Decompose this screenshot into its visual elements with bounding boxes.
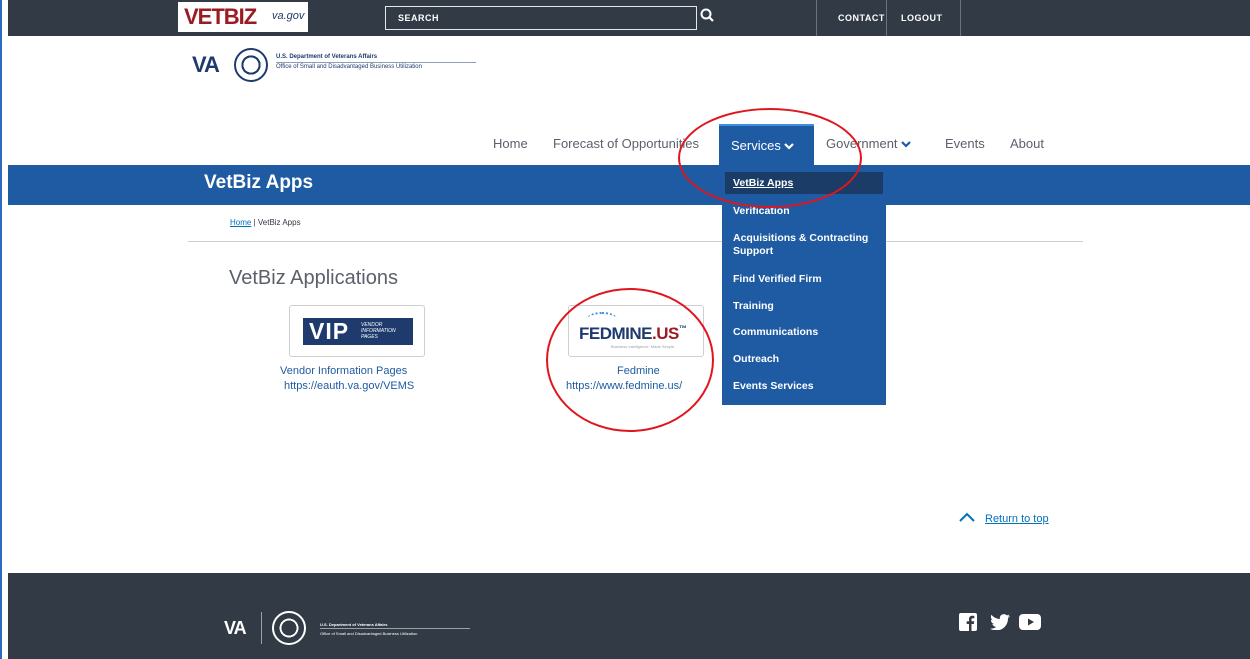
footer-logo-divider — [261, 612, 262, 644]
footer — [8, 573, 1250, 659]
twitter-icon[interactable] — [990, 614, 1010, 630]
facebook-icon[interactable] — [959, 613, 977, 631]
fedmine-logo-word: FEDMINE — [579, 324, 653, 343]
nav-services-label: Services — [731, 138, 795, 153]
top-divider — [886, 0, 887, 36]
va-mark: VA — [192, 52, 220, 77]
fedmine-logo-text: FEDMINE.US™ — [579, 324, 687, 344]
vip-logo-link[interactable]: VIP VENDOR INFORMATION PAGES — [289, 305, 425, 357]
agency-name: U.S. Department of Veterans Affairs — [276, 54, 378, 60]
chevron-up-icon — [959, 512, 975, 522]
fedmine-logo-link[interactable]: FEDMINE.US™ Business Intelligence. Made … — [568, 305, 704, 357]
window-edge — [0, 0, 2, 659]
nav-about[interactable]: About — [1010, 136, 1044, 151]
search-icon — [700, 8, 714, 22]
divider — [188, 241, 1083, 242]
menu-item-find-verified-firm[interactable]: Find Verified Firm — [733, 273, 883, 286]
fedmine-logo-tm: ™ — [678, 324, 687, 333]
nav-home[interactable]: Home — [493, 136, 528, 151]
chevron-down-icon — [901, 141, 911, 148]
top-divider — [960, 0, 961, 36]
agency-rule — [276, 62, 476, 63]
youtube-icon[interactable] — [1019, 614, 1041, 630]
breadcrumb-current: VetBiz Apps — [257, 218, 301, 227]
nav-events[interactable]: Events — [945, 136, 985, 151]
vip-url-link[interactable]: https://eauth.va.gov/VEMS — [284, 380, 414, 392]
page-title: VetBiz Apps — [204, 172, 314, 193]
vip-logo-subtext: VENDOR INFORMATION PAGES — [361, 322, 396, 340]
logout-link[interactable]: LOGOUT — [901, 0, 943, 36]
section-title: VetBiz Applications — [229, 267, 398, 289]
chevron-down-icon — [784, 143, 795, 150]
nav-services[interactable]: Services — [719, 124, 814, 165]
vip-logo-icon: VIP VENDOR INFORMATION PAGES — [303, 318, 413, 345]
footer-va-mark: VA — [224, 618, 247, 638]
logo-text: VETBIZ — [184, 4, 257, 29]
vip-title-link[interactable]: Vendor Information Pages — [280, 365, 407, 377]
nav-government-text: Government — [826, 136, 898, 151]
fedmine-logo-suffix: .US — [652, 324, 679, 343]
breadcrumb: Home | VetBiz Apps — [230, 218, 301, 227]
footer-agency-name: U.S. Department of Veterans Affairs — [320, 622, 388, 627]
search-input[interactable]: SEARCH — [385, 6, 697, 30]
menu-item-events-services[interactable]: Events Services — [733, 380, 883, 393]
menu-item-vetbiz-apps[interactable]: VetBiz Apps — [733, 177, 883, 190]
page-banner — [8, 165, 1250, 205]
footer-agency-office: Office of Small and Disadvantaged Busine… — [320, 631, 418, 636]
contact-link[interactable]: CONTACT — [838, 0, 885, 36]
menu-item-acquisitions[interactable]: Acquisitions & Contracting Support — [733, 232, 883, 258]
va-seal-icon — [234, 48, 268, 82]
search-placeholder: SEARCH — [398, 13, 440, 23]
vetbiz-logo[interactable]: VETBIZ va.gov — [178, 2, 308, 32]
menu-item-verification[interactable]: Verification — [733, 205, 883, 218]
nav-government[interactable]: Government — [826, 136, 911, 151]
footer-agency-rule — [320, 628, 470, 629]
fedmine-logo-tagline: Business Intelligence. Made Simple. — [611, 344, 676, 349]
nav-forecast[interactable]: Forecast of Opportunities — [553, 136, 699, 151]
top-divider — [816, 0, 817, 36]
logo-domain: va.gov — [272, 10, 305, 22]
nav-services-text: Services — [731, 138, 781, 153]
agency-office: Office of Small and Disadvantaged Busine… — [276, 64, 422, 70]
menu-item-training[interactable]: Training — [733, 300, 883, 313]
return-to-top-link[interactable]: Return to top — [985, 513, 1049, 525]
menu-item-outreach[interactable]: Outreach — [733, 353, 883, 366]
menu-item-communications[interactable]: Communications — [733, 326, 883, 339]
vip-logo-text: VIP — [309, 318, 350, 344]
search-button[interactable] — [698, 6, 718, 30]
breadcrumb-home-link[interactable]: Home — [230, 218, 251, 227]
fedmine-url-link[interactable]: https://www.fedmine.us/ — [566, 380, 682, 392]
footer-va-seal-icon — [272, 611, 306, 645]
fedmine-title-link[interactable]: Fedmine — [617, 365, 660, 377]
